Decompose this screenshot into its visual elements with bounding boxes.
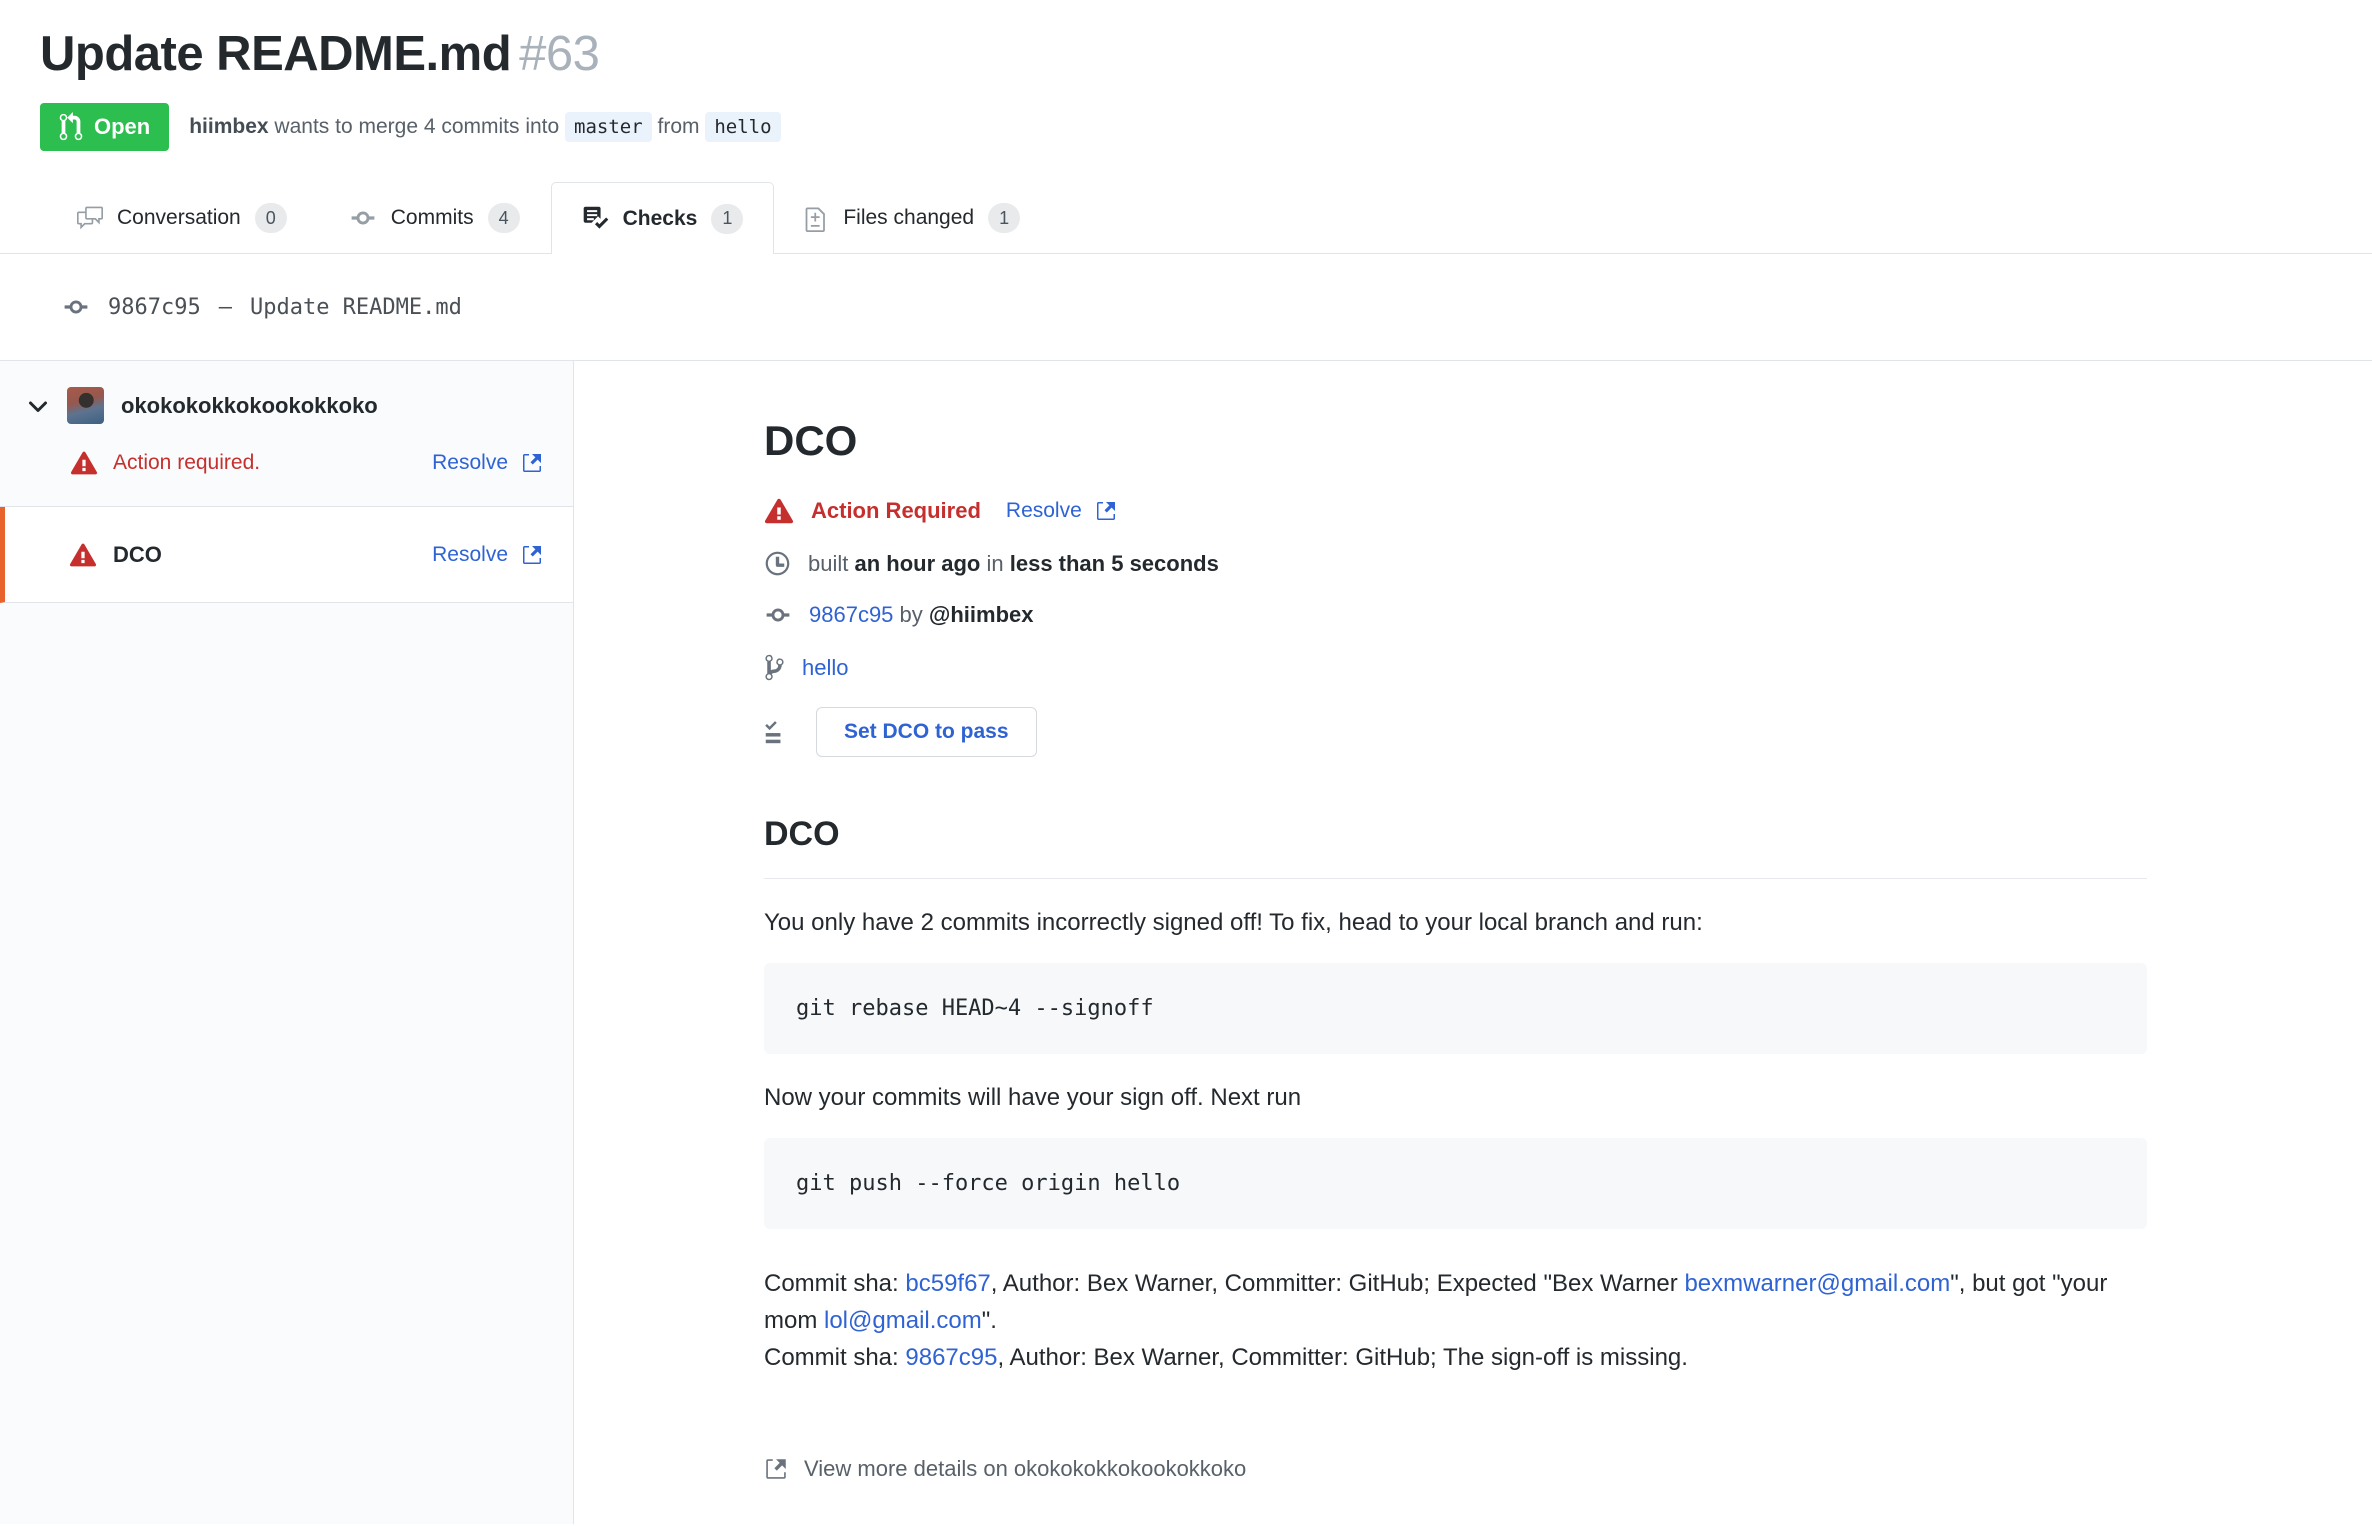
set-dco-pass-button[interactable]: Set DCO to pass [816, 707, 1037, 757]
avatar [67, 387, 104, 424]
chevron-down-icon[interactable] [26, 394, 50, 418]
comment-discussion-icon [77, 205, 103, 231]
link-external-icon [1095, 499, 1117, 523]
pr-tabs: Conversation 0 Commits 4 Checks 1 Files … [0, 182, 2372, 254]
code-block-rebase: git rebase HEAD~4 --signoff [764, 963, 2147, 1054]
warning-icon [70, 450, 98, 476]
warning-icon [69, 542, 97, 568]
email-link[interactable]: lol@gmail.com [824, 1307, 982, 1334]
tab-count: 1 [711, 203, 744, 234]
tab-label: Conversation [117, 206, 241, 229]
check-suite: okokokokkokookokkoko Action required. Re… [0, 361, 573, 507]
suite-status-row: Action required. Resolve [26, 450, 543, 476]
clock-icon [764, 550, 791, 577]
checks-sidebar: okokokokkokookokkoko Action required. Re… [0, 361, 574, 1524]
link-external-icon [521, 543, 543, 567]
commit-sha[interactable]: 9867c95 [108, 295, 201, 320]
tab-count: 0 [254, 203, 287, 233]
resolve-link[interactable]: Resolve [432, 451, 543, 475]
tab-files-changed[interactable]: Files changed 1 [774, 182, 1051, 253]
resolve-link[interactable]: Resolve [432, 543, 543, 567]
pr-number: #63 [519, 27, 600, 81]
tasklist-icon [764, 718, 792, 746]
paragraph-next-run: Now your commits will have your sign off… [764, 1084, 1302, 1111]
email-link[interactable]: bexmwarner@gmail.com [1684, 1270, 1950, 1297]
sha-detail-line-2: Commit sha: 9867c95, Author: Bex Warner,… [764, 1344, 1688, 1371]
sidebar-item-dco[interactable]: DCO Resolve [0, 507, 573, 603]
status-row: Action Required Resolve [764, 497, 2147, 525]
head-branch-chip[interactable]: hello [705, 112, 781, 142]
byline-text-from: from [651, 115, 706, 138]
commit-row: 9867c95 by @hiimbex [764, 602, 2147, 628]
tab-count: 4 [487, 203, 520, 233]
section-heading: DCO [764, 815, 2147, 879]
paragraph-fix-instructions: You only have 2 commits incorrectly sign… [764, 909, 1703, 936]
commit-sha-details: Commit sha: bc59f67, Author: Bex Warner,… [764, 1265, 2147, 1376]
sha-detail-line-1: Commit sha: bc59f67, Author: Bex Warner,… [764, 1270, 2108, 1334]
commit-bar: 9867c95 — Update README.md [0, 254, 2372, 361]
commit-message: Update README.md [249, 294, 462, 320]
action-row: Set DCO to pass [764, 707, 2147, 757]
build-time-text: built an hour ago in less than 5 seconds [808, 550, 1219, 576]
git-commit-icon [349, 205, 377, 231]
resolve-label: Resolve [432, 542, 508, 566]
commit-sha-link[interactable]: 9867c95 [809, 602, 893, 627]
tab-checks[interactable]: Checks 1 [550, 182, 775, 254]
branch-link[interactable]: hello [802, 655, 848, 681]
check-suite-name: okokokokkokookokkoko [121, 392, 378, 418]
check-item-label: DCO [113, 541, 162, 567]
tab-count: 1 [988, 203, 1021, 233]
branch-row: hello [764, 653, 2147, 682]
pr-title-text: Update README.md [40, 27, 512, 81]
git-branch-icon [764, 653, 785, 682]
checklist-icon [582, 205, 609, 232]
tab-conversation[interactable]: Conversation 0 [46, 182, 318, 253]
check-run-title: DCO [764, 417, 858, 464]
page-title: Update README.md #63 [40, 26, 2332, 82]
sha-link[interactable]: 9867c95 [905, 1344, 997, 1371]
sha-link[interactable]: bc59f67 [905, 1270, 990, 1297]
tab-label: Files changed [843, 206, 975, 229]
tab-label: Commits [390, 206, 474, 229]
content: okokokokkokookokkoko Action required. Re… [0, 361, 2372, 1524]
commit-author: @hiimbex [928, 602, 1034, 627]
pr-byline: hiimbex wants to merge 4 commits into ma… [189, 112, 781, 142]
check-suite-header[interactable]: okokokokkokookokkoko [26, 387, 543, 424]
build-time-row: built an hour ago in less than 5 seconds [764, 550, 2147, 577]
pr-author[interactable]: hiimbex [189, 115, 268, 138]
check-run-detail: DCO Action Required Resolve built an hou… [574, 361, 2372, 1524]
state-label: Open [94, 114, 151, 139]
code-block-push: git push --force origin hello [764, 1138, 2147, 1229]
resolve-link[interactable]: Resolve [1006, 499, 1117, 523]
base-branch-chip[interactable]: master [565, 112, 652, 142]
git-pull-request-icon [59, 112, 83, 142]
pr-header: Update README.md #63 Open hiimbex wants t… [0, 0, 2372, 152]
commit-separator: — [218, 294, 232, 320]
suite-status-text: Action required. [113, 451, 261, 474]
tab-commits[interactable]: Commits 4 [318, 182, 551, 253]
link-external-icon [764, 1456, 788, 1482]
status-label: Action Required [811, 498, 981, 523]
pr-meta-row: Open hiimbex wants to merge 4 commits in… [40, 102, 2332, 152]
view-more-details-link[interactable]: View more details on okokokokkokookokkok… [764, 1456, 2147, 1482]
view-more-details-label: View more details on okokokokkokookokkok… [804, 1456, 1247, 1481]
warning-icon [764, 497, 794, 525]
resolve-label: Resolve [1005, 499, 1082, 522]
git-commit-icon [62, 294, 90, 320]
git-commit-icon [764, 602, 792, 628]
tab-label: Checks [622, 206, 698, 230]
link-external-icon [521, 451, 543, 475]
byline-text: wants to merge 4 commits into [268, 115, 566, 138]
status-badge: Open [40, 103, 170, 151]
resolve-label: Resolve [432, 451, 508, 474]
commit-line: 9867c95 by @hiimbex [809, 602, 1034, 627]
diff-icon [805, 204, 829, 232]
